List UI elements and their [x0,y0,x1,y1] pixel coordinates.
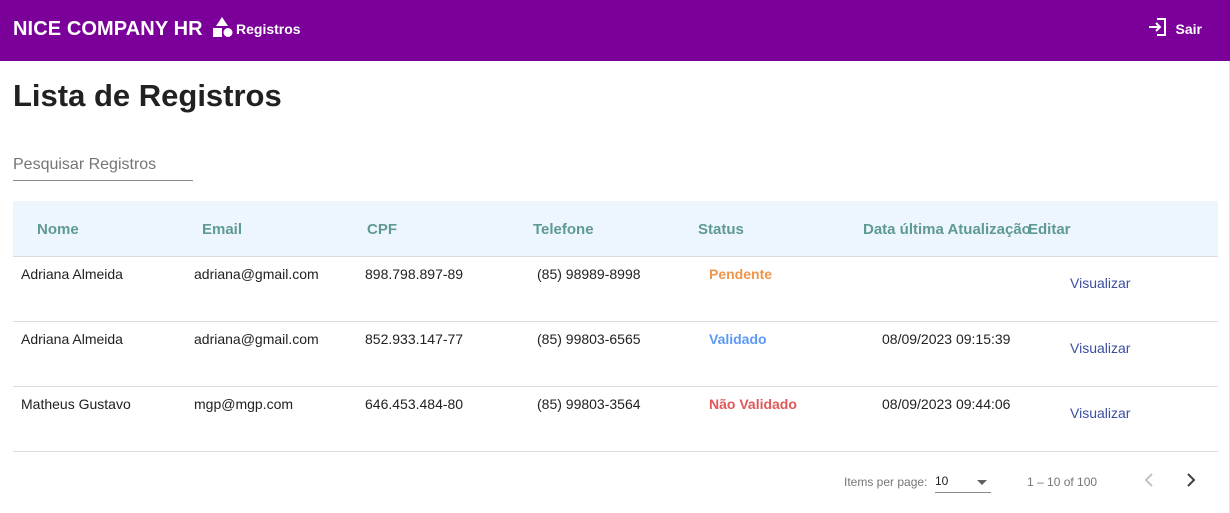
next-page-button[interactable] [1176,468,1204,496]
cell-email: adriana@gmail.com [194,266,319,282]
column-header-status[interactable]: Status [698,221,744,238]
table-row: Matheus Gustavo mgp@mgp.com 646.453.484-… [13,387,1218,452]
visualizar-link[interactable]: Visualizar [1070,340,1130,356]
top-app-bar: NICE COMPANY HR Registros Sair [0,0,1230,61]
cell-nome: Adriana Almeida [21,266,123,282]
cell-data-atualizacao: 08/09/2023 09:44:06 [882,396,1011,412]
visualizar-link[interactable]: Visualizar [1070,405,1130,421]
cell-telefone: (85) 98989-8998 [537,266,641,282]
cell-email: mgp@mgp.com [194,396,294,412]
logout-button[interactable]: Sair [1148,17,1202,42]
cell-data-atualizacao: 08/09/2023 09:15:39 [882,331,1011,347]
brand-title: NICE COMPANY HR [13,18,203,40]
status-badge: Validado [709,331,767,347]
page-title: Lista de Registros [13,78,282,113]
column-header-cpf[interactable]: CPF [367,221,397,238]
previous-page-button[interactable] [1136,468,1164,496]
cell-nome: Adriana Almeida [21,331,123,347]
column-header-data-atualizacao[interactable]: Data última Atualização [863,221,1031,238]
table-row: Adriana Almeida adriana@gmail.com 852.93… [13,322,1218,387]
cell-email: adriana@gmail.com [194,331,319,347]
visualizar-link[interactable]: Visualizar [1070,275,1130,291]
page-size-select[interactable]: 10 [935,470,991,493]
cell-cpf: 898.798.897-89 [365,266,464,282]
status-badge: Não Validado [709,396,797,412]
table-header-row: Nome Email CPF Telefone Status Data últi… [13,201,1218,257]
nav-registros-label: Registros [236,21,301,37]
table-row: Adriana Almeida adriana@gmail.com 898.79… [13,257,1218,322]
cell-cpf: 646.453.484-80 [365,396,464,412]
logout-label: Sair [1175,21,1202,37]
cell-nome: Matheus Gustavo [21,396,131,412]
range-label: 1 – 10 of 100 [1027,475,1098,489]
chevron-left-icon [1142,472,1158,493]
column-header-nome[interactable]: Nome [37,221,79,238]
chevron-right-icon [1182,472,1198,493]
page-size-value: 10 [935,474,949,488]
logout-icon [1148,17,1168,42]
search-input[interactable] [13,150,193,179]
items-per-page-label: Items per page: [844,475,928,489]
column-header-email[interactable]: Email [202,221,242,238]
dropdown-arrow-icon [977,480,987,485]
nav-registros-button[interactable]: Registros [212,16,301,43]
search-field[interactable] [13,150,193,181]
column-header-telefone[interactable]: Telefone [533,221,594,238]
shapes-icon [212,16,234,43]
cell-cpf: 852.933.147-77 [365,331,464,347]
records-table: Nome Email CPF Telefone Status Data últi… [13,201,1218,452]
paginator: Items per page: 10 1 – 10 of 100 [13,462,1218,502]
column-header-editar: Editar [1028,221,1071,238]
cell-telefone: (85) 99803-3564 [537,396,641,412]
cell-telefone: (85) 99803-6565 [537,331,641,347]
status-badge: Pendente [709,266,773,282]
